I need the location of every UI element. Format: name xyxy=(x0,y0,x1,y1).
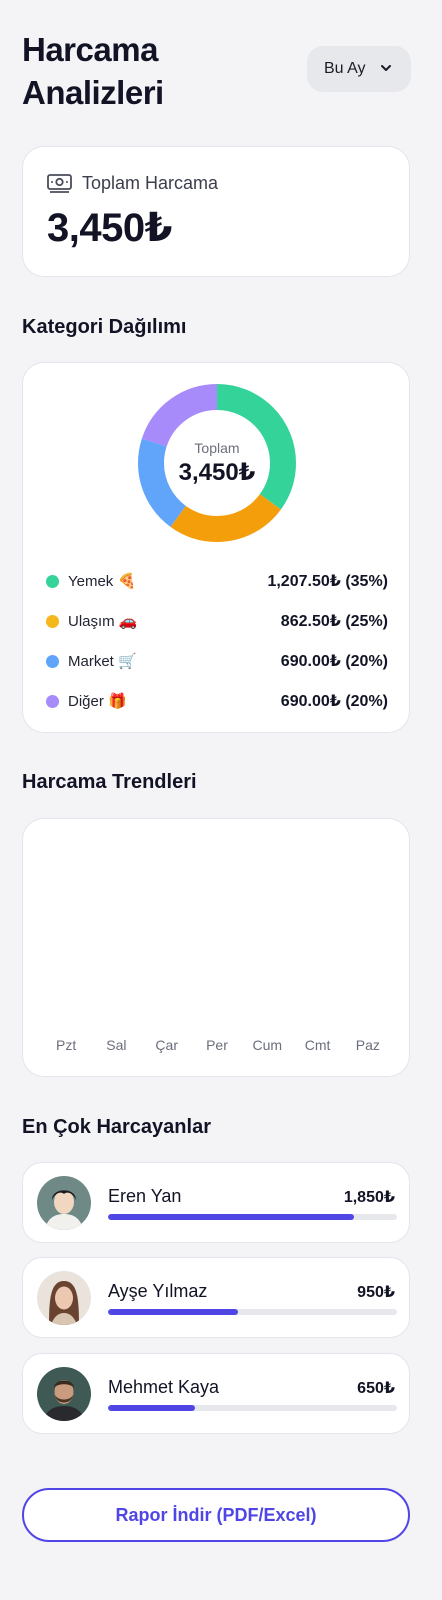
trends-section-title: Harcama Trendleri xyxy=(22,771,197,793)
spender-amount: 650₺ xyxy=(357,1380,395,1397)
spender-name: Eren Yan xyxy=(108,1186,182,1206)
total-spending-label: Toplam Harcama xyxy=(82,173,219,193)
trend-day-axis: Pzt Sal Çar Per Cum Cmt Paz xyxy=(41,1037,393,1053)
spender-progress-fill xyxy=(108,1214,354,1220)
legend-item-label: Diğer 🎁 xyxy=(68,693,127,710)
top-spender-item[interactable]: Mehmet Kaya 650₺ xyxy=(22,1353,410,1434)
day-label: Çar xyxy=(155,1037,178,1053)
donut-center-value: 3,450₺ xyxy=(178,459,256,486)
chevron-down-icon xyxy=(381,65,391,71)
legend-dot xyxy=(46,694,59,708)
legend-item-other: Diğer 🎁 690.00₺ (20%) xyxy=(46,681,388,721)
category-card: Toplam 3,450₺ Yemek 🍕 1,207.50₺ (35%) Ul… xyxy=(22,362,410,733)
page-title: Harcama Analizleri xyxy=(22,31,164,111)
spender-name: Ayşe Yılmaz xyxy=(108,1281,208,1301)
legend-item-label: Market 🛒 xyxy=(68,653,137,670)
day-label: Sal xyxy=(106,1037,127,1053)
total-spending-value: 3,450₺ xyxy=(47,206,172,250)
legend-item-market: Market 🛒 690.00₺ (20%) xyxy=(46,641,388,681)
avatar xyxy=(37,1271,91,1325)
legend-item-value: 862.50₺ (25%) xyxy=(280,613,388,630)
legend-item-value: 1,207.50₺ (35%) xyxy=(267,573,388,590)
category-legend: Yemek 🍕 1,207.50₺ (35%) Ulaşım 🚗 862.50₺… xyxy=(46,561,388,721)
category-section-title: Kategori Dağılımı xyxy=(22,316,187,338)
day-label: Per xyxy=(206,1037,228,1053)
avatar xyxy=(37,1176,91,1230)
spender-amount: 950₺ xyxy=(357,1284,395,1301)
top-spender-item[interactable]: Ayşe Yılmaz 950₺ xyxy=(22,1257,410,1338)
legend-dot xyxy=(46,574,59,588)
legend-item-label: Ulaşım 🚗 xyxy=(68,613,138,630)
day-label: Cmt xyxy=(304,1037,331,1053)
spender-name: Mehmet Kaya xyxy=(108,1377,220,1397)
legend-item-transport: Ulaşım 🚗 862.50₺ (25%) xyxy=(46,601,388,641)
legend-item-label: Yemek 🍕 xyxy=(68,573,137,590)
legend-item-value: 690.00₺ (20%) xyxy=(280,653,388,670)
donut-center-label: Toplam xyxy=(194,440,240,456)
spender-progress-bar xyxy=(108,1309,397,1315)
legend-dot xyxy=(46,654,59,668)
money-icon xyxy=(47,174,72,193)
spender-progress-fill xyxy=(108,1309,239,1315)
avatar xyxy=(37,1367,91,1421)
trends-card: Pzt Sal Çar Per Cum Cmt Paz xyxy=(22,818,410,1077)
spender-progress-bar xyxy=(108,1214,397,1220)
day-label: Cum xyxy=(252,1037,283,1053)
period-select[interactable]: Bu Ay xyxy=(307,46,411,92)
period-select-label: Bu Ay xyxy=(324,60,366,77)
top-spender-item[interactable]: Eren Yan 1,850₺ xyxy=(22,1162,410,1243)
download-report-button[interactable]: Rapor İndir (PDF/Excel) xyxy=(22,1488,410,1542)
spender-progress-bar xyxy=(108,1405,397,1411)
total-spending-card: Toplam Harcama 3,450₺ xyxy=(22,146,410,277)
spender-progress-fill xyxy=(108,1405,195,1411)
day-label: Pzt xyxy=(56,1037,77,1053)
top-spenders-section-title: En Çok Harcayanlar xyxy=(22,1116,211,1138)
legend-item-value: 690.00₺ (20%) xyxy=(280,693,388,710)
spender-amount: 1,850₺ xyxy=(343,1189,395,1206)
trend-chart-area xyxy=(43,849,391,1029)
legend-item-food: Yemek 🍕 1,207.50₺ (35%) xyxy=(46,561,388,601)
legend-dot xyxy=(46,614,59,628)
day-label: Paz xyxy=(355,1037,380,1053)
header: Harcama Analizleri Bu Ay xyxy=(22,28,420,114)
